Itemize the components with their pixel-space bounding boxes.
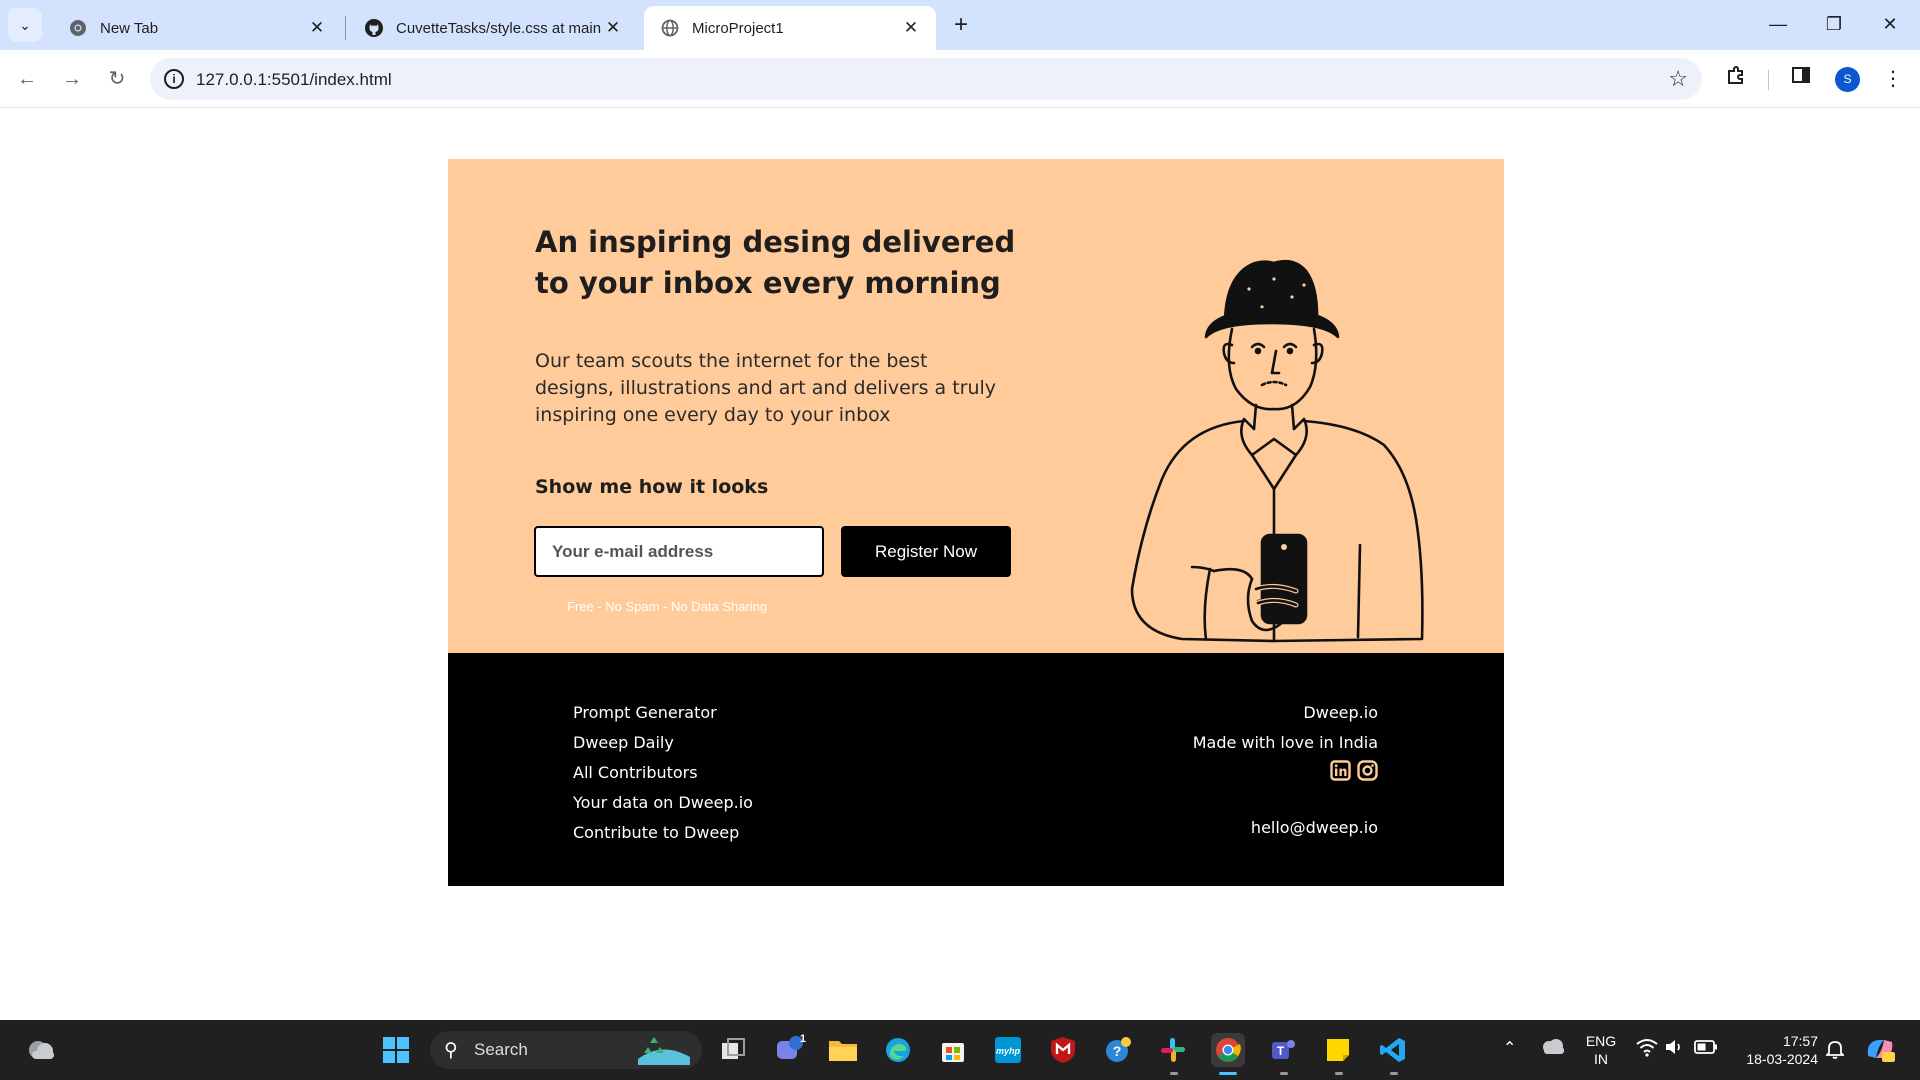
file-explorer-icon[interactable] (826, 1033, 860, 1067)
language-indicator[interactable]: ENG IN (1580, 1032, 1622, 1068)
footer: Prompt Generator Dweep Daily All Contrib… (448, 653, 1504, 886)
svg-text:?: ? (1113, 1043, 1122, 1059)
get-help-icon[interactable]: ? (1101, 1033, 1135, 1067)
register-button[interactable]: Register Now (841, 526, 1011, 577)
language-top: ENG (1585, 1033, 1617, 1049)
chevron-down-icon: ⌄ (19, 16, 31, 33)
hero-note: Free - No Spam - No Data Sharing (567, 599, 768, 614)
tab-new-tab[interactable]: New Tab ✕ (52, 6, 342, 50)
minimize-button[interactable]: — (1750, 0, 1806, 48)
close-icon[interactable]: ✕ (602, 18, 624, 38)
taskbar-search[interactable]: ⚲ Search (430, 1031, 702, 1069)
tab-separator (345, 16, 346, 40)
more-menu-icon[interactable]: ⋮ (1878, 64, 1908, 94)
onedrive-icon[interactable] (1540, 1037, 1566, 1060)
hero-description: Our team scouts the internet for the bes… (535, 350, 997, 426)
teams-icon[interactable]: T (1266, 1033, 1300, 1067)
side-panel-icon[interactable] (1786, 64, 1816, 94)
chrome-running-indicator (1219, 1072, 1237, 1075)
hero-subheading: Show me how it looks (535, 476, 769, 498)
page-viewport: An inspiring desing delivered to your in… (0, 109, 1920, 1020)
slack-icon[interactable] (1156, 1033, 1190, 1067)
tab-microproject1[interactable]: MicroProject1 ✕ (644, 6, 936, 50)
svg-text:myhp: myhp (996, 1046, 1021, 1056)
tab-github[interactable]: CuvetteTasks/style.css at main · ✕ (348, 6, 638, 50)
footer-brand: Dweep.io (1303, 703, 1378, 722)
taskbar: ⚲ Search 1 myhp ? T ⌃ ENG IN 17:57 18-03… (0, 1020, 1920, 1080)
teams-chat-icon[interactable]: 1 (772, 1033, 806, 1067)
reload-icon[interactable]: ↻ (100, 62, 134, 96)
taskbar-search-label: Search (474, 1040, 528, 1059)
forward-arrow-icon[interactable]: → (55, 62, 89, 96)
vscode-icon[interactable] (1376, 1033, 1410, 1067)
footer-link-prompt-generator[interactable]: Prompt Generator (573, 698, 753, 728)
hero-title: An inspiring desing delivered to your in… (535, 225, 1016, 300)
close-icon[interactable]: ✕ (900, 18, 922, 38)
globe-icon (660, 18, 680, 38)
address-url[interactable]: 127.0.0.1:5501/index.html (196, 70, 392, 90)
clock[interactable]: 17:57 18-03-2024 (1730, 1032, 1818, 1068)
social-links (1193, 760, 1378, 784)
chevron-up-icon[interactable]: ⌃ (1503, 1038, 1516, 1058)
recycle-search-highlight-icon (638, 1037, 690, 1065)
svg-text:T: T (1277, 1044, 1285, 1058)
copilot-icon[interactable] (1864, 1034, 1896, 1067)
footer-tagline: Made with love in India (1192, 733, 1378, 752)
github-icon (364, 18, 384, 38)
microsoft-store-icon[interactable] (936, 1033, 970, 1067)
footer-info: Dweep.io Made with love in India (1193, 698, 1378, 784)
bookmark-star-icon[interactable]: ☆ (1668, 66, 1688, 92)
footer-links: Prompt Generator Dweep Daily All Contrib… (573, 698, 753, 848)
notification-bell-icon[interactable] (1824, 1039, 1846, 1062)
instagram-icon[interactable] (1357, 760, 1378, 781)
myhp-icon[interactable]: myhp (991, 1033, 1025, 1067)
footer-link-contribute[interactable]: Contribute to Dweep (573, 818, 753, 848)
tab-strip: ⌄ New Tab ✕ CuvetteTasks/style.css at ma… (0, 0, 1920, 50)
sticky-notes-icon[interactable] (1321, 1033, 1355, 1067)
clock-time: 17:57 (1782, 1033, 1818, 1049)
chrome-taskbar-icon[interactable] (1211, 1033, 1245, 1067)
toolbar-separator (1768, 70, 1769, 90)
profile-avatar[interactable]: S (1835, 67, 1860, 92)
close-icon[interactable]: ✕ (306, 18, 328, 38)
tab-title: CuvetteTasks/style.css at main · (396, 19, 602, 37)
new-tab-button[interactable]: + (946, 10, 976, 40)
email-input[interactable] (534, 526, 824, 577)
back-arrow-icon[interactable]: ← (10, 62, 44, 96)
clock-date: 18-03-2024 (1746, 1051, 1818, 1067)
weather-cloud-icon[interactable] (26, 1036, 56, 1062)
teams-badge: 1 (799, 1033, 806, 1045)
site-info-icon[interactable]: i (164, 69, 184, 89)
task-view-icon[interactable] (716, 1033, 750, 1067)
windows-start-icon[interactable] (382, 1036, 410, 1064)
volume-icon[interactable] (1664, 1037, 1684, 1060)
edge-icon[interactable] (881, 1033, 915, 1067)
browser-toolbar: ← → ↻ i 127.0.0.1:5501/index.html ☆ S ⋮ (0, 50, 1920, 108)
address-bar[interactable]: i 127.0.0.1:5501/index.html ☆ (150, 58, 1702, 100)
window-close-button[interactable]: ✕ (1862, 0, 1918, 48)
search-icon: ⚲ (444, 1040, 458, 1061)
chrome-icon (68, 18, 88, 38)
tab-title: New Tab (100, 19, 159, 37)
linkedin-icon[interactable] (1330, 760, 1351, 781)
tab-title: MicroProject1 (692, 19, 784, 37)
footer-link-your-data[interactable]: Your data on Dweep.io (573, 788, 753, 818)
vscode-running-indicator (1390, 1072, 1398, 1075)
footer-link-all-contributors[interactable]: All Contributors (573, 758, 753, 788)
man-with-phone-illustration (1130, 259, 1424, 643)
tab-search-button[interactable]: ⌄ (8, 8, 42, 42)
slack-running-indicator (1170, 1072, 1178, 1075)
battery-icon[interactable] (1694, 1039, 1718, 1058)
extensions-icon[interactable] (1721, 64, 1751, 94)
footer-link-dweep-daily[interactable]: Dweep Daily (573, 728, 753, 758)
footer-email[interactable]: hello@dweep.io (1251, 818, 1378, 837)
hero-section: An inspiring desing delivered to your in… (448, 159, 1504, 653)
mcafee-icon[interactable] (1046, 1033, 1080, 1067)
restore-button[interactable]: ❐ (1806, 0, 1862, 48)
wifi-icon[interactable] (1636, 1037, 1658, 1060)
teams-running-indicator (1280, 1072, 1288, 1075)
sticky-running-indicator (1335, 1072, 1343, 1075)
language-bottom: IN (1594, 1051, 1608, 1067)
